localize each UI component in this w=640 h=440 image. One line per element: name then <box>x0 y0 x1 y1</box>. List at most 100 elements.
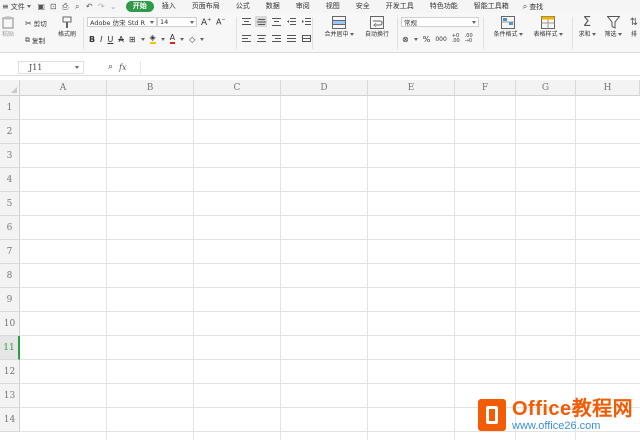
tab-data[interactable]: 数据 <box>258 1 288 12</box>
indent-increase-icon[interactable] <box>300 16 312 27</box>
fx-icon[interactable]: fx <box>119 63 126 72</box>
column-header-b[interactable]: B <box>107 80 194 96</box>
align-middle-icon[interactable] <box>255 16 267 27</box>
redo-icon[interactable]: ↷ <box>97 2 106 11</box>
font-name-select[interactable]: Adobe 仿宋 Std R <box>87 17 157 27</box>
fill-color-icon[interactable]: ◈ <box>149 34 156 44</box>
row-header-6[interactable]: 6 <box>0 216 20 240</box>
select-all-corner[interactable] <box>0 80 20 96</box>
justify-icon[interactable] <box>285 33 297 44</box>
search-button[interactable]: ⌕ 查找 <box>523 2 543 12</box>
align-left-icon[interactable] <box>240 33 252 44</box>
column-header-g[interactable]: G <box>516 80 576 96</box>
chevron-down-icon[interactable] <box>160 37 165 41</box>
filter-button[interactable]: 筛选 <box>601 15 625 38</box>
chevron-down-icon[interactable] <box>200 37 205 41</box>
tab-insert[interactable]: 插入 <box>154 1 184 12</box>
file-menu[interactable]: ≡ 文件 <box>0 0 31 13</box>
row-header-5[interactable]: 5 <box>0 192 20 216</box>
search-icon: ⌕ <box>522 1 528 11</box>
indent-decrease-icon[interactable] <box>285 16 297 27</box>
office-logo-icon <box>478 399 506 431</box>
cut-button[interactable]: ✂ 剪切 <box>25 18 47 29</box>
font-color-icon[interactable]: A <box>169 34 176 44</box>
sum-button[interactable]: Σ 求和 <box>576 15 598 38</box>
font-size-increase-button[interactable]: A+ <box>201 17 211 28</box>
row-header-8[interactable]: 8 <box>0 264 20 288</box>
tab-developer[interactable]: 开发工具 <box>378 1 422 12</box>
column-header-h[interactable]: H <box>576 80 640 96</box>
row-header-4[interactable]: 4 <box>0 168 20 192</box>
pdf-export-icon[interactable]: ⊡ <box>49 2 58 11</box>
tab-formulas[interactable]: 公式 <box>228 1 258 12</box>
tab-security[interactable]: 安全 <box>348 1 378 12</box>
increase-decimal-icon[interactable]: +0.00 <box>452 34 460 44</box>
column-header-a[interactable]: A <box>20 80 107 96</box>
row-header-12[interactable]: 12 <box>0 360 20 384</box>
merge-center-button[interactable]: 合并居中 <box>318 15 360 38</box>
row-header-3[interactable]: 3 <box>0 144 20 168</box>
name-box[interactable]: J11 <box>18 61 84 74</box>
chevron-down-icon[interactable] <box>140 37 145 41</box>
underline-icon[interactable]: U <box>107 35 113 44</box>
tab-review[interactable]: 审阅 <box>288 1 318 12</box>
column-header-f[interactable]: F <box>455 80 516 96</box>
zoom-icon[interactable]: ⌕ <box>108 62 113 72</box>
table-style-button[interactable]: 表格样式 <box>528 15 568 38</box>
tab-smart-toolbox[interactable]: 智能工具箱 <box>466 1 517 12</box>
column-header-c[interactable]: C <box>194 80 281 96</box>
chevron-down-icon[interactable] <box>413 37 418 41</box>
save-icon[interactable]: ▣ <box>37 2 46 11</box>
borders-icon[interactable]: ⊞ <box>129 35 136 44</box>
tab-page-layout[interactable]: 页面布局 <box>184 1 228 12</box>
decrease-decimal-icon[interactable]: .00 →0 <box>465 34 473 44</box>
row-header-2[interactable]: 2 <box>0 120 20 144</box>
copy-button[interactable]: ⧉ 复制 <box>25 35 45 46</box>
row-header-9[interactable]: 9 <box>0 288 20 312</box>
percent-icon[interactable]: % <box>423 35 431 44</box>
tab-features[interactable]: 特色功能 <box>422 1 466 12</box>
row-header-1[interactable]: 1 <box>0 96 20 120</box>
formula-input[interactable] <box>140 61 640 74</box>
tab-home[interactable]: 开始 <box>125 1 154 12</box>
quick-access-toolbar: ▣ ⊡ ⎙ ⌕ ↶ ↷ ⌄ <box>37 2 118 12</box>
tab-view[interactable]: 视图 <box>318 1 348 12</box>
row-header-13[interactable]: 13 <box>0 384 20 408</box>
align-top-icon[interactable] <box>240 16 252 27</box>
currency-icon[interactable]: ⊗ <box>402 35 409 44</box>
thousands-separator-icon[interactable]: 000 <box>435 36 446 43</box>
font-size-select[interactable]: 14 <box>157 17 197 27</box>
font-size-decrease-button[interactable]: A− <box>216 17 226 27</box>
conditional-format-icon <box>501 15 515 29</box>
undo-icon[interactable]: ↶ <box>85 2 94 11</box>
row-header-10[interactable]: 10 <box>0 312 20 336</box>
format-painter-button[interactable]: 格式刷 <box>55 15 79 38</box>
format-painter-label: 格式刷 <box>57 31 76 38</box>
align-right-icon[interactable] <box>270 33 282 44</box>
conditional-format-button[interactable]: 条件格式 <box>488 15 528 38</box>
print-icon[interactable]: ⎙ <box>61 2 70 11</box>
cell-area[interactable] <box>20 96 640 440</box>
align-bottom-icon[interactable] <box>270 16 282 27</box>
sort-button[interactable]: ⇅ 排 <box>628 15 640 39</box>
customize-icon[interactable]: ⌄ <box>109 2 118 11</box>
paste-button[interactable]: 粘贴 <box>0 15 16 38</box>
chevron-down-icon[interactable] <box>180 37 185 41</box>
strikethrough-icon[interactable]: A <box>118 35 123 44</box>
italic-icon[interactable]: I <box>100 35 102 44</box>
clear-format-icon[interactable]: ◇ <box>189 35 195 44</box>
row-header-14[interactable]: 14 <box>0 408 20 432</box>
bold-icon[interactable]: B <box>89 35 95 44</box>
wrap-text-button[interactable]: 自动换行 <box>360 15 394 38</box>
chevron-down-icon[interactable] <box>75 66 79 69</box>
row-header-7[interactable]: 7 <box>0 240 20 264</box>
column-header-d[interactable]: D <box>281 80 368 96</box>
print-preview-icon[interactable]: ⌕ <box>73 2 82 11</box>
watermark-url: www.office26.com <box>512 419 601 432</box>
align-center-icon[interactable] <box>255 33 267 44</box>
distributed-align-icon[interactable] <box>300 33 312 44</box>
number-format-select[interactable]: 常规 <box>401 17 479 27</box>
row-header-11[interactable]: 11 <box>0 336 20 360</box>
column-header-e[interactable]: E <box>368 80 455 96</box>
number-style-row: ⊗ % 000 +0.00 .00 →0 <box>402 34 473 44</box>
